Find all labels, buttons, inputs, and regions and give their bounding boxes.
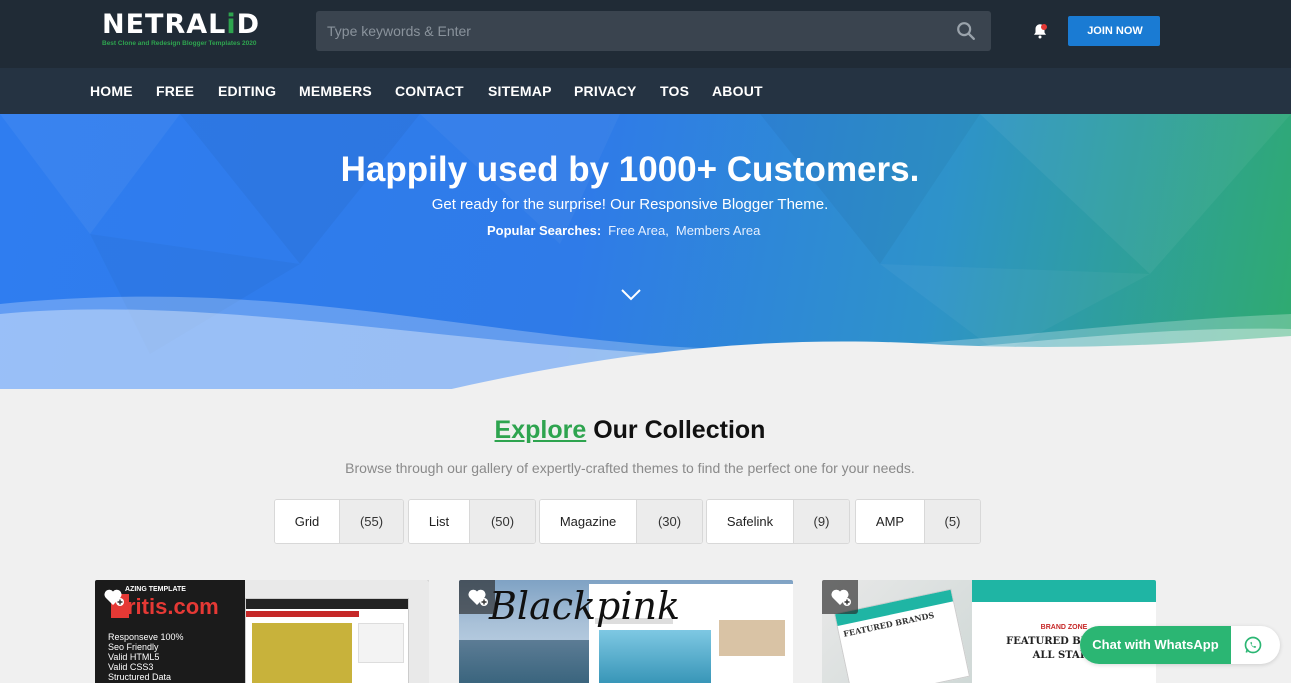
filter-count: (55): [339, 500, 403, 543]
notification-dot: [1041, 24, 1047, 30]
card-top-label: AZING TEMPLATE: [125, 586, 186, 593]
whatsapp-chat-widget[interactable]: Chat with WhatsApp: [1080, 626, 1280, 664]
logo-tagline: Best Clone and Redesign Blogger Template…: [102, 40, 257, 47]
hero-title: Happily used by 1000+ Customers.: [340, 150, 920, 189]
filter-magazine[interactable]: Magazine (30): [539, 499, 703, 544]
popular-searches: Popular Searches: Free Area, Members Area: [487, 223, 760, 238]
nav-privacy[interactable]: PRIVACY: [574, 83, 637, 99]
nav-editing[interactable]: EDITING: [218, 83, 276, 99]
hero-subtitle: Get ready for the surprise! Our Responsi…: [431, 196, 829, 213]
card-feature: Valid HTML5: [108, 652, 160, 662]
filter-count: (30): [636, 500, 702, 543]
site-logo[interactable]: NETRALiD Best Clone and Redesign Blogger…: [102, 9, 272, 48]
top-header: NETRALiD Best Clone and Redesign Blogger…: [0, 0, 1291, 68]
filter-count: (5): [924, 500, 980, 543]
filter-count: (50): [469, 500, 535, 543]
heart-plus-icon: [831, 589, 851, 606]
whatsapp-icon[interactable]: [1243, 635, 1263, 655]
filter-safelink[interactable]: Safelink (9): [706, 499, 850, 544]
template-card-blackpink[interactable]: Blackpink: [459, 580, 793, 683]
favorite-button[interactable]: [95, 580, 131, 614]
nav-tos[interactable]: TOS: [660, 83, 689, 99]
collection-title: Explore Our Collection: [0, 416, 1260, 445]
card-preview-screen: [245, 598, 409, 683]
heart-plus-icon: [104, 589, 124, 606]
nav-contact[interactable]: CONTACT: [395, 83, 464, 99]
search-input[interactable]: [316, 11, 936, 51]
logo-main: NETRAL: [102, 9, 227, 40]
nav-members[interactable]: MEMBERS: [299, 83, 372, 99]
collection-title-highlight[interactable]: Explore: [495, 416, 587, 444]
card-brand: ritis.com: [127, 594, 219, 619]
card-feature-list: Responseve 100% Seo Friendly Valid HTML5…: [108, 632, 184, 682]
card-script-title: Blackpink: [489, 584, 681, 628]
nav-free[interactable]: FREE: [156, 83, 194, 99]
logo-end: D: [236, 9, 261, 40]
card-feature: Structured Data: [108, 672, 172, 682]
favorite-button[interactable]: [822, 580, 858, 614]
popular-label: Popular Searches:: [487, 223, 602, 238]
card-feature: Responseve 100%: [108, 632, 184, 642]
popular-link-free[interactable]: Free Area,: [608, 223, 669, 238]
filter-name: Magazine: [540, 500, 636, 543]
favorite-button[interactable]: [459, 580, 495, 614]
filter-name: AMP: [856, 500, 924, 543]
search-bar: [316, 11, 991, 51]
filter-name: Safelink: [707, 500, 793, 543]
filter-name: Grid: [275, 500, 339, 543]
collection-description: Browse through our gallery of expertly-c…: [345, 460, 915, 476]
collection-title-rest: Our Collection: [593, 416, 766, 444]
filter-count: (9): [793, 500, 849, 543]
nav-about[interactable]: ABOUT: [712, 83, 763, 99]
hero-banner: Happily used by 1000+ Customers. Get rea…: [0, 114, 1291, 389]
card-feature: Valid CSS3: [108, 662, 154, 672]
nav-sitemap[interactable]: SITEMAP: [488, 83, 552, 99]
hero-wave: [0, 296, 1291, 389]
popular-link-members[interactable]: Members Area: [676, 223, 761, 238]
card-feature: Seo Friendly: [108, 642, 159, 652]
filter-grid[interactable]: Grid (55): [274, 499, 404, 544]
nav-home[interactable]: HOME: [90, 83, 133, 99]
whatsapp-chat-label[interactable]: Chat with WhatsApp: [1080, 626, 1231, 664]
join-now-button[interactable]: JOIN NOW: [1068, 16, 1160, 46]
search-icon[interactable]: [955, 20, 977, 42]
heart-plus-icon: [468, 589, 488, 606]
main-nav: HOME FREE EDITING MEMBERS CONTACT SITEMA…: [0, 68, 1291, 114]
filter-amp[interactable]: AMP (5): [855, 499, 981, 544]
template-card-kritis[interactable]: AZING TEMPLATE ritis.com Responseve 100%…: [95, 580, 429, 683]
logo-accent: i: [226, 9, 237, 40]
filter-name: List: [409, 500, 469, 543]
filter-list[interactable]: List (50): [408, 499, 536, 544]
